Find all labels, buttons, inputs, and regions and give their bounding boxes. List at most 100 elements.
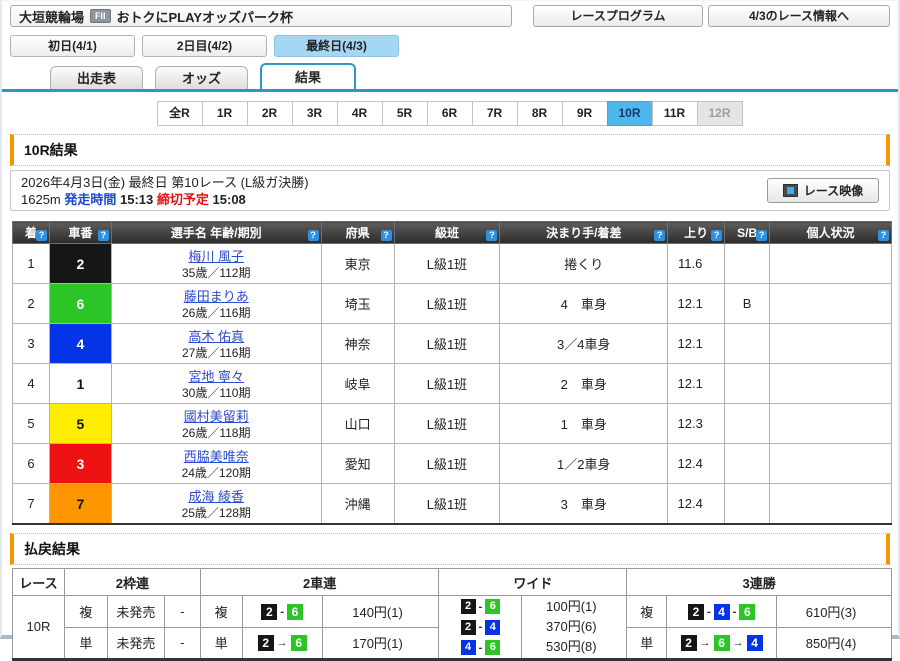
margin-cell: 3 車身	[499, 483, 669, 525]
sb-cell	[724, 323, 771, 364]
bike-chip: 2	[261, 603, 278, 620]
view-tabs: 出走表 オッズ 結果	[2, 63, 898, 92]
sb-cell	[724, 443, 771, 484]
help-icon[interactable]: ?	[380, 230, 392, 241]
racer-age: 26歳／118期	[182, 426, 251, 440]
waku2-fuku-value: 未発売	[106, 595, 165, 628]
result-row: 4 1 宮地 寧々 30歳／110期 岐阜 L級1班 2 車身 12.1	[12, 363, 892, 404]
bike-chip: 6	[485, 640, 501, 656]
racer-cell: 梅川 風子 35歳／112期	[110, 243, 322, 284]
wide-combos: 2-6 2-4 4-6	[438, 595, 523, 660]
day-tab-final[interactable]: 最終日(4/3)	[274, 35, 399, 57]
sha2-fuku-pay: 140円(1)	[321, 595, 440, 628]
racer-name-link[interactable]: 宮地 寧々	[188, 369, 244, 384]
tab-results[interactable]: 結果	[260, 63, 356, 89]
close-time-label: 締切予定	[156, 192, 209, 207]
col-margin: 決まり手/着差?	[499, 221, 669, 244]
racer-age: 30歳／110期	[182, 386, 251, 400]
combo-separator: -	[478, 621, 483, 634]
help-icon[interactable]: ?	[307, 230, 319, 241]
help-icon[interactable]: ?	[654, 230, 666, 241]
sanren-fuku-combo: 2-4-6	[666, 595, 778, 628]
sb-cell: B	[724, 283, 771, 324]
sanren-fuku-pay: 610円(3)	[776, 595, 892, 628]
prefecture-cell: 神奈	[320, 323, 395, 364]
wide-pay: 370円(6)	[546, 618, 597, 634]
bike-chip: 4	[460, 640, 476, 656]
racer-name-link[interactable]: 藤田まりあ	[184, 289, 249, 304]
racer-cell: 西脇美唯奈 24歳／120期	[110, 443, 322, 484]
racer-name-link[interactable]: 西脇美唯奈	[184, 449, 249, 464]
race-tab-1r[interactable]: 1R	[201, 101, 248, 126]
bike-chip: 6	[713, 635, 730, 652]
day-tab-1[interactable]: 初日(4/1)	[10, 35, 135, 57]
payout-col-waku2: 2枠連	[63, 568, 201, 596]
class-cell: L級1班	[393, 283, 501, 324]
tab-odds[interactable]: オッズ	[155, 66, 248, 89]
col-racer-name: 選手名 年齢/期別?	[110, 221, 322, 244]
class-cell: L級1班	[393, 243, 501, 284]
racer-cell: 國村美留莉 26歳／118期	[110, 403, 322, 444]
last-lap-cell: 12.4	[667, 443, 726, 484]
prefecture-cell: 山口	[320, 403, 395, 444]
last-lap-cell: 12.1	[667, 323, 726, 364]
race-video-label: レース映像	[803, 184, 864, 198]
status-cell	[769, 323, 892, 364]
status-cell	[769, 243, 892, 284]
racer-age: 26歳／116期	[182, 306, 251, 320]
day-tab-2[interactable]: 2日目(4/2)	[142, 35, 267, 57]
payout-table: レース 2枠連 2車連 ワイド 3連勝 10R 複 未発売 - 複 2-6 14…	[12, 568, 892, 661]
race-tab-10r[interactable]: 10R	[606, 101, 653, 126]
race-video-button[interactable]: レース映像	[767, 178, 879, 203]
race-tab-8r[interactable]: 8R	[516, 101, 563, 126]
help-icon[interactable]: ?	[711, 230, 723, 241]
race-tab-3r[interactable]: 3R	[291, 101, 338, 126]
result-row: 2 6 藤田まりあ 26歳／116期 埼玉 L級1班 4 車身 12.1 B	[12, 283, 892, 324]
racer-name-link[interactable]: 梅川 風子	[188, 249, 244, 264]
racer-name-link[interactable]: 成海 綾香	[188, 489, 244, 504]
help-icon[interactable]: ?	[878, 230, 889, 241]
tab-start-list[interactable]: 出走表	[50, 66, 143, 89]
result-row: 7 7 成海 綾香 25歳／128期 沖縄 L級1班 3 車身 12.4	[12, 483, 892, 525]
grade-badge: FII	[90, 9, 111, 23]
sha2-fuku-label: 複	[199, 595, 243, 628]
wide-pay: 100円(1)	[546, 598, 597, 614]
race-tab-2r[interactable]: 2R	[246, 101, 293, 126]
col-rank: 着?	[12, 221, 50, 244]
combo-separator: -	[478, 641, 483, 654]
race-date-line: 2026年4月3日(金) 最終日 第10レース (L級ガ決勝)	[21, 175, 309, 190]
rank-cell: 3	[12, 323, 50, 364]
race-program-button[interactable]: レースプログラム	[533, 5, 703, 27]
venue-name: 大垣競輪場	[19, 9, 85, 25]
rank-cell: 4	[12, 363, 50, 404]
race-tab-6r[interactable]: 6R	[426, 101, 473, 126]
help-icon[interactable]: ?	[97, 230, 109, 241]
bike-number-cell: 5	[48, 403, 112, 444]
racer-name-link[interactable]: 國村美留莉	[184, 409, 249, 424]
day-info-button[interactable]: 4/3のレース情報へ	[708, 5, 890, 27]
wide-combo: 4-6	[439, 637, 521, 658]
status-cell	[769, 403, 892, 444]
race-tab-7r[interactable]: 7R	[471, 101, 518, 126]
help-icon[interactable]: ?	[756, 230, 768, 241]
racer-cell: 藤田まりあ 26歳／116期	[110, 283, 322, 324]
race-tab-4r[interactable]: 4R	[336, 101, 383, 126]
race-tab-11r[interactable]: 11R	[651, 101, 698, 126]
payout-row-fuku: 10R 複 未発売 - 複 2-6 140円(1) 2-6 2-4 4-6 10…	[12, 595, 892, 660]
race-tab-9r[interactable]: 9R	[561, 101, 608, 126]
help-icon[interactable]: ?	[486, 230, 498, 241]
prefecture-cell: 岐阜	[320, 363, 395, 404]
race-tab-5r[interactable]: 5R	[381, 101, 428, 126]
margin-cell: 2 車身	[499, 363, 669, 404]
help-icon[interactable]: ?	[35, 230, 47, 241]
race-info-box: 2026年4月3日(金) 最終日 第10レース (L級ガ決勝) 1625m 発走…	[10, 170, 890, 211]
race-time-line: 1625m 発走時間 15:13 締切予定 15:08	[21, 191, 879, 208]
racer-cell: 高木 佑真 27歳／116期	[110, 323, 322, 364]
racer-age: 25歳／128期	[181, 506, 251, 520]
bike-number-cell: 6	[48, 283, 112, 324]
margin-cell: 3／4車身	[499, 323, 669, 364]
race-tab-all[interactable]: 全R	[156, 101, 203, 126]
margin-cell: 1 車身	[499, 403, 669, 444]
racer-name-link[interactable]: 高木 佑真	[188, 329, 244, 344]
waku2-tan-label: 単	[63, 626, 108, 660]
